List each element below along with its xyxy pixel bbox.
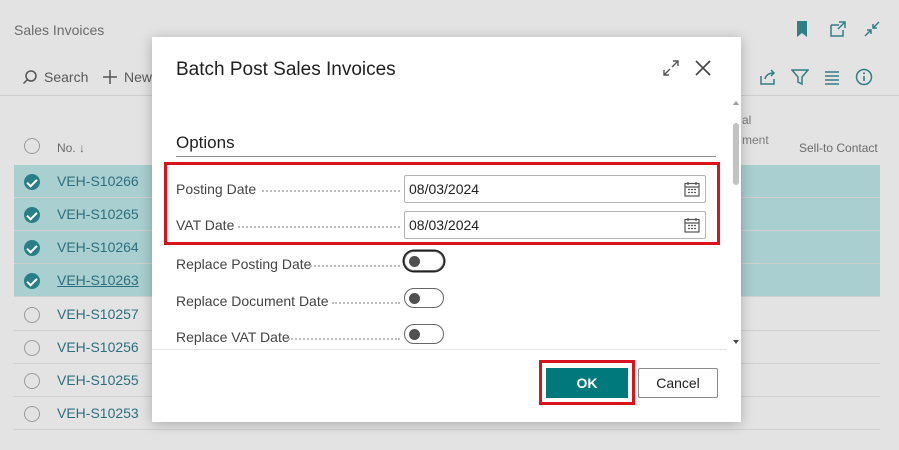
list-view-icon[interactable] xyxy=(823,68,841,86)
search-label: Search xyxy=(44,69,89,85)
share-icon[interactable] xyxy=(759,68,777,86)
expand-icon[interactable] xyxy=(662,59,680,77)
row-checkbox[interactable] xyxy=(24,406,40,422)
vat-date-input[interactable] xyxy=(404,211,706,239)
replace-document-date-row: Replace Document Date xyxy=(176,287,706,315)
footer-divider xyxy=(152,349,727,350)
replace-posting-date-label: Replace Posting Date xyxy=(176,256,312,272)
calendar-icon[interactable] xyxy=(684,181,700,197)
invoice-number[interactable]: VEH-S10256 xyxy=(57,339,139,355)
new-action[interactable]: New xyxy=(102,69,152,85)
replace-document-date-label: Replace Document Date xyxy=(176,293,329,309)
posting-date-row: Posting Date xyxy=(176,175,706,203)
invoice-number[interactable]: VEH-S10265 xyxy=(57,206,139,222)
column-header-no[interactable]: No. ↓ xyxy=(57,141,85,155)
replace-vat-date-toggle[interactable] xyxy=(404,324,444,344)
invoice-number[interactable]: VEH-S10257 xyxy=(57,306,139,322)
row-checkbox[interactable] xyxy=(24,240,40,256)
bookmark-icon[interactable] xyxy=(795,20,811,38)
replace-posting-date-toggle[interactable] xyxy=(404,251,444,271)
scroll-down-icon[interactable] xyxy=(733,340,739,344)
replace-vat-date-label: Replace VAT Date xyxy=(176,329,290,345)
row-checkbox[interactable] xyxy=(24,373,40,389)
invoice-number[interactable]: VEH-S10263 xyxy=(57,272,139,288)
dialog-title: Batch Post Sales Invoices xyxy=(176,59,396,80)
open-new-window-icon[interactable] xyxy=(829,20,846,38)
posting-date-label: Posting Date xyxy=(176,181,257,197)
posting-date-input[interactable] xyxy=(404,175,706,203)
page-title: Sales Invoices xyxy=(14,22,105,38)
new-label: New xyxy=(124,69,153,85)
vat-date-label: VAT Date xyxy=(176,217,235,233)
replace-posting-date-row: Replace Posting Date xyxy=(176,250,706,278)
invoice-number[interactable]: VEH-S10264 xyxy=(57,239,139,255)
top-icons xyxy=(795,20,880,38)
batch-post-dialog: Batch Post Sales Invoices Options Postin… xyxy=(152,37,741,422)
invoice-number[interactable]: VEH-S10266 xyxy=(57,173,139,189)
row-checkbox[interactable] xyxy=(24,340,40,356)
scroll-thumb[interactable] xyxy=(733,123,739,185)
label-leader xyxy=(332,302,400,304)
calendar-icon[interactable] xyxy=(684,217,700,233)
collapse-icon[interactable] xyxy=(863,20,880,38)
section-divider xyxy=(176,156,716,157)
info-icon[interactable] xyxy=(855,68,873,86)
invoice-number[interactable]: VEH-S10253 xyxy=(57,405,139,421)
replace-document-date-toggle[interactable] xyxy=(404,288,444,308)
label-leader xyxy=(310,265,400,267)
scroll-up-icon[interactable] xyxy=(733,101,739,105)
search-action[interactable]: Search xyxy=(22,69,88,85)
cancel-button[interactable]: Cancel xyxy=(638,368,718,398)
list-toolbar-icons xyxy=(759,68,873,86)
label-leader xyxy=(288,338,400,340)
row-checkbox[interactable] xyxy=(24,207,40,223)
plus-icon xyxy=(103,70,117,84)
select-all-checkbox[interactable] xyxy=(24,138,40,154)
dialog-scrollbar[interactable] xyxy=(732,99,740,347)
replace-vat-date-row: Replace VAT Date xyxy=(176,323,706,351)
row-checkbox[interactable] xyxy=(24,174,40,190)
options-section-title: Options xyxy=(176,133,235,152)
label-leader xyxy=(262,190,400,192)
column-header-sell-to-contact[interactable]: Sell-to Contact xyxy=(799,141,878,155)
column-fragment-top: al xyxy=(742,113,752,127)
filter-icon[interactable] xyxy=(790,68,810,86)
close-icon[interactable] xyxy=(693,58,713,78)
row-checkbox[interactable] xyxy=(24,307,40,323)
row-checkbox[interactable] xyxy=(24,273,40,289)
search-icon xyxy=(22,70,37,85)
vat-date-row: VAT Date xyxy=(176,211,706,239)
ok-button[interactable]: OK xyxy=(546,368,628,398)
label-leader xyxy=(238,226,400,228)
invoice-number[interactable]: VEH-S10255 xyxy=(57,372,139,388)
